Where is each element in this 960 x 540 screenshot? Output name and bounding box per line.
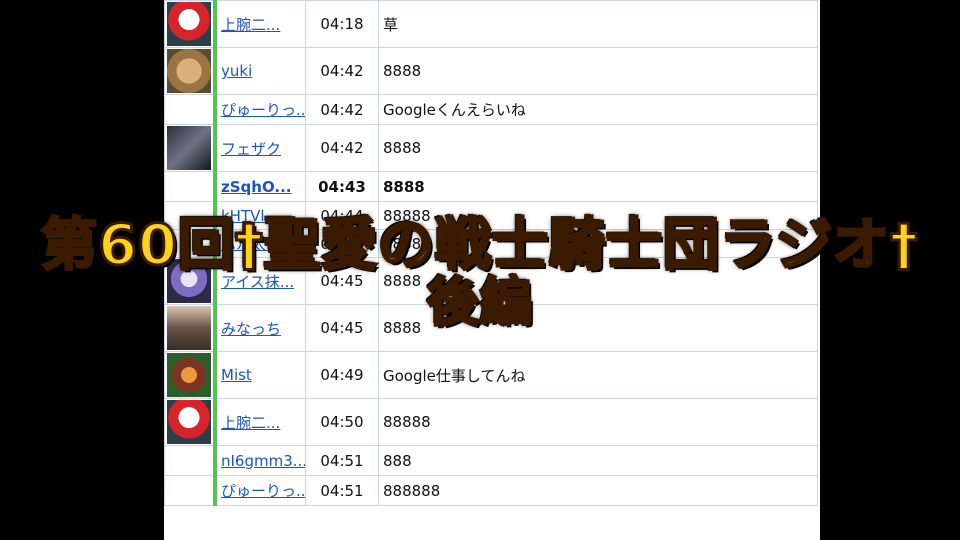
comment-text: Googleくんえらいね <box>378 94 818 125</box>
comment-time: 04:51 <box>305 445 379 476</box>
pokeball-avatar <box>167 2 211 46</box>
pokeball-avatar <box>167 400 211 444</box>
avatar-cell <box>164 398 217 446</box>
panel-bottom-space <box>164 520 820 540</box>
user-name-link[interactable]: 上腕二... <box>221 414 280 432</box>
avatar-cell <box>164 47 217 95</box>
table-row: 上腕二... 04:50 88888 <box>164 398 818 446</box>
avatar-cell <box>164 475 217 506</box>
avatar-cell <box>164 0 217 48</box>
comment-time: 04:18 <box>305 0 379 48</box>
comment-time: 04:42 <box>305 124 379 172</box>
comment-text: 草 <box>378 0 818 48</box>
avatar-cell <box>164 351 217 399</box>
comment-text: 8888 <box>378 171 818 202</box>
cat-avatar <box>167 49 211 93</box>
avatar-cell <box>164 445 217 476</box>
comment-text: Google仕事してんね <box>378 351 818 399</box>
table-row: nI6gmm3... 04:51 888 <box>164 445 818 476</box>
user-name-link[interactable]: ぴゅーりっ... <box>221 482 305 500</box>
comment-text: 8888 <box>378 124 818 172</box>
user-name-link[interactable]: yuki <box>221 62 252 80</box>
dark-figure-avatar <box>167 126 211 170</box>
comment-time: 04:43 <box>305 171 379 202</box>
comment-text: 8888 <box>378 47 818 95</box>
table-row: Mist 04:49 Google仕事してんね <box>164 351 818 399</box>
mist-avatar <box>167 353 211 397</box>
avatar-cell <box>164 124 217 172</box>
comment-text: 88888 <box>378 398 818 446</box>
avatar-cell <box>164 171 217 202</box>
table-row: ぴゅーりっ... 04:51 888888 <box>164 475 818 506</box>
comment-time: 04:49 <box>305 351 379 399</box>
user-name-link[interactable]: ぴゅーりっ... <box>221 101 305 119</box>
comment-text: 888 <box>378 445 818 476</box>
user-name-link[interactable]: nI6gmm3... <box>221 452 305 470</box>
table-row: フェザク 04:42 8888 <box>164 124 818 172</box>
user-name-link[interactable]: 上腕二... <box>221 16 280 34</box>
comment-time: 04:42 <box>305 94 379 125</box>
user-name-link[interactable]: フェザク <box>221 140 281 158</box>
table-row: 上腕二... 04:18 草 <box>164 0 818 48</box>
user-name-link[interactable]: Mist <box>221 366 252 384</box>
table-row: yuki 04:42 8888 <box>164 47 818 95</box>
comment-time: 04:42 <box>305 47 379 95</box>
table-row: ぴゅーりっ... 04:42 Googleくんえらいね <box>164 94 818 125</box>
avatar-cell <box>164 94 217 125</box>
comment-time: 04:51 <box>305 475 379 506</box>
comment-time: 04:50 <box>305 398 379 446</box>
video-subtitle: 後編 <box>425 272 533 335</box>
table-row: zSqhO... 04:43 8888 <box>164 171 818 202</box>
user-name-link[interactable]: zSqhO... <box>221 178 291 196</box>
comment-text: 888888 <box>378 475 818 506</box>
